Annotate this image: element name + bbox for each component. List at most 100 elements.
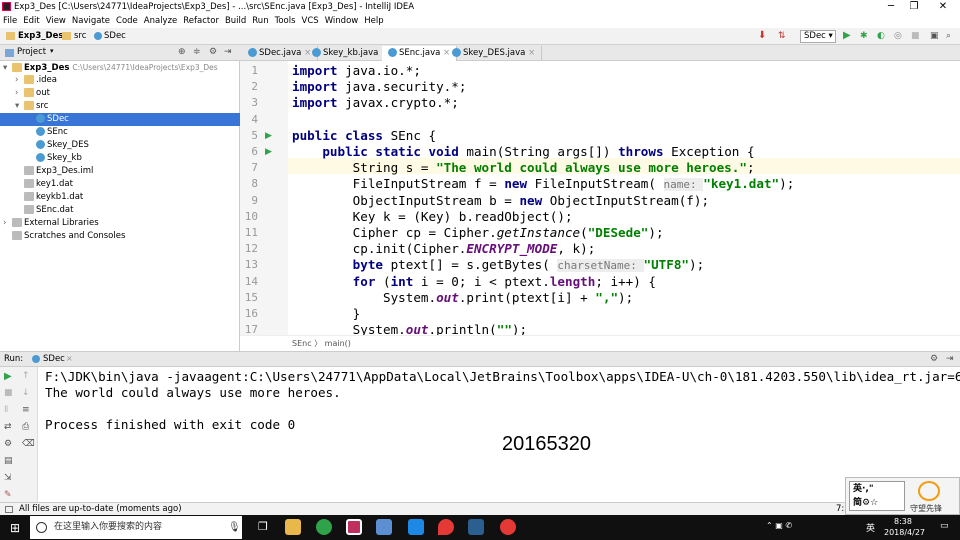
scroll-up-icon[interactable]: ↑: [22, 371, 30, 381]
tree-item[interactable]: Scratches and Consoles: [0, 230, 240, 243]
layout-icon[interactable]: ▤: [4, 456, 13, 466]
search-icon[interactable]: ⌕: [946, 31, 951, 41]
steam-icon[interactable]: [468, 519, 484, 535]
app-icon[interactable]: [408, 519, 424, 535]
line-number: 11: [244, 226, 258, 239]
pause-icon[interactable]: Ⅱ: [4, 405, 8, 415]
tray-icons[interactable]: ⌃ ▣ ✆: [766, 521, 792, 530]
windows-start-icon[interactable]: ⊞: [10, 521, 20, 535]
tree-item-label: Exp3_Des: [24, 63, 70, 73]
tree-item[interactable]: keykb1.dat: [0, 191, 240, 204]
expand-arrow-icon[interactable]: ›: [3, 217, 12, 230]
sort-icon[interactable]: ⇅: [778, 31, 788, 41]
menu-analyze[interactable]: Analyze: [141, 14, 181, 28]
gear-icon[interactable]: ⚙: [209, 47, 217, 57]
menu-window[interactable]: Window: [322, 14, 362, 28]
tree-item[interactable]: › External Libraries: [0, 217, 240, 230]
task-view-icon[interactable]: ❐: [258, 520, 268, 533]
hide-icon[interactable]: ⇥: [224, 47, 232, 57]
menu-file[interactable]: File: [0, 14, 20, 28]
ime-status-panel[interactable]: 英·," 简⚙☆: [849, 481, 905, 511]
ime-indicator[interactable]: 英: [866, 521, 875, 534]
maps-icon[interactable]: [438, 519, 454, 535]
menu-vcs[interactable]: VCS: [299, 14, 322, 28]
tree-item[interactable]: Skey_DES: [0, 139, 240, 152]
netease-music-icon[interactable]: [500, 519, 516, 535]
pin-icon[interactable]: ✎: [4, 490, 12, 500]
editor-breadcrumb[interactable]: SEnc 〉 main(): [240, 335, 960, 351]
expand-arrow-icon[interactable]: ▾: [15, 100, 24, 113]
export-icon[interactable]: ⇲: [4, 473, 12, 483]
tree-item[interactable]: › out: [0, 87, 240, 100]
clear-icon[interactable]: ⌫: [22, 439, 35, 449]
intellij-icon[interactable]: [346, 519, 362, 535]
maximize-button[interactable]: ❐: [903, 0, 925, 14]
collapse-icon[interactable]: ≑: [193, 47, 201, 57]
code-editor[interactable]: import java.io.*; import java.security.*;…: [288, 61, 960, 335]
close-icon[interactable]: ×: [66, 354, 73, 363]
close-icon[interactable]: ×: [528, 48, 535, 58]
tree-item[interactable]: Exp3_Des.iml: [0, 165, 240, 178]
scroll-down-icon[interactable]: ↓: [22, 388, 30, 398]
menu-build[interactable]: Build: [222, 14, 249, 28]
tree-item[interactable]: SDec: [0, 113, 240, 126]
profile-icon[interactable]: ◎: [894, 31, 902, 41]
clock-date[interactable]: 2018/4/27: [884, 528, 925, 537]
console-output[interactable]: F:\JDK\bin\java -javaagent:C:\Users\2477…: [38, 367, 960, 502]
file-explorer-icon[interactable]: [285, 519, 301, 535]
virtualbox-icon[interactable]: [376, 519, 392, 535]
hide-icon[interactable]: ⇥: [946, 354, 954, 364]
breadcrumb-project[interactable]: Exp3_Des: [14, 28, 67, 45]
tree-item[interactable]: ▾ src: [0, 100, 240, 113]
stop-icon[interactable]: ■: [4, 388, 13, 398]
chevron-down-icon[interactable]: ▾: [50, 47, 54, 55]
close-button[interactable]: ✕: [932, 0, 954, 14]
project-structure-icon[interactable]: ▣: [930, 31, 939, 41]
menu-refactor[interactable]: Refactor: [180, 14, 222, 28]
soft-wrap-icon[interactable]: ≡: [22, 405, 30, 415]
taskbar-search[interactable]: 在这里输入你要搜索的内容 🎙: [30, 516, 242, 539]
menu-run[interactable]: Run: [249, 14, 271, 28]
code-token: Cipher cp = Cipher.: [292, 225, 497, 240]
locate-icon[interactable]: ⊕: [178, 47, 186, 57]
browser-icon[interactable]: [316, 519, 332, 535]
code-token: );: [689, 257, 705, 273]
coverage-icon[interactable]: ◐: [877, 31, 885, 41]
menu-navigate[interactable]: Navigate: [69, 14, 113, 28]
menu-edit[interactable]: Edit: [20, 14, 42, 28]
debug-icon[interactable]: ✱: [860, 31, 868, 41]
build-icon[interactable]: ⬇: [758, 31, 768, 41]
stop-icon[interactable]: ■: [911, 31, 920, 41]
breadcrumb-src[interactable]: src: [70, 28, 90, 45]
dump-threads-icon[interactable]: ⇄: [4, 422, 12, 432]
tool-windows-icon[interactable]: [5, 506, 13, 513]
clock-time[interactable]: 8:38: [894, 517, 912, 526]
tree-item[interactable]: › .idea: [0, 74, 240, 87]
expand-arrow-icon[interactable]: ›: [15, 87, 24, 100]
expand-arrow-icon[interactable]: ›: [15, 74, 24, 87]
run-main-gutter-icon[interactable]: ▶: [265, 147, 272, 157]
microphone-icon[interactable]: 🎙: [228, 516, 241, 539]
gear-icon[interactable]: ⚙: [930, 354, 938, 364]
tree-item[interactable]: key1.dat: [0, 178, 240, 191]
print-icon[interactable]: ⎙: [22, 422, 29, 432]
menu-tools[interactable]: Tools: [272, 14, 299, 28]
project-view-label[interactable]: Project: [17, 47, 46, 57]
notification-icon[interactable]: ▭: [940, 521, 949, 531]
run-config-select[interactable]: SDec ▾: [800, 30, 836, 43]
tree-item[interactable]: ▾ Exp3_Des C:\Users\24771\IdeaProjects\Exp…: [0, 61, 240, 74]
run-icon[interactable]: ▶: [843, 31, 851, 41]
menu-code[interactable]: Code: [113, 14, 141, 28]
rerun-icon[interactable]: ▶: [4, 371, 12, 382]
minimize-button[interactable]: ─: [880, 0, 902, 14]
tab-skey-des[interactable]: Skey_DES.java ×: [446, 46, 543, 61]
tree-item[interactable]: SEnc: [0, 126, 240, 139]
tree-item[interactable]: Skey_kb: [0, 152, 240, 165]
menu-help[interactable]: Help: [361, 14, 386, 28]
run-class-gutter-icon[interactable]: ▶: [265, 131, 272, 141]
settings-icon[interactable]: ⚙: [4, 439, 12, 449]
run-tab-sdec[interactable]: SDec: [43, 354, 65, 364]
tree-item[interactable]: SEnc.dat: [0, 204, 240, 217]
breadcrumb-file[interactable]: SDec: [100, 28, 130, 45]
menu-view[interactable]: View: [43, 14, 69, 28]
